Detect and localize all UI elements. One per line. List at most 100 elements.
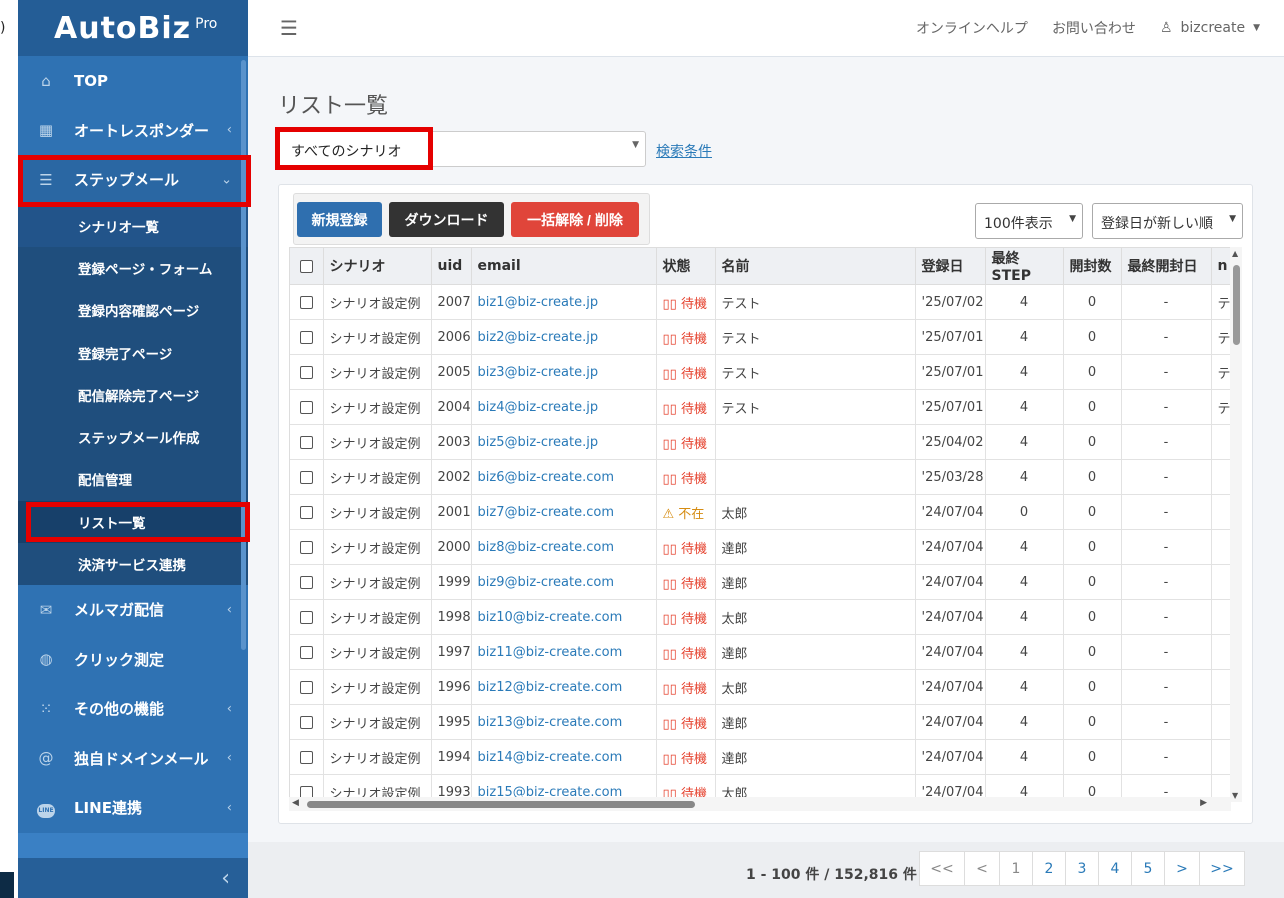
scroll-thumb[interactable] [307,801,695,808]
column-header[interactable]: 名前 [715,248,916,285]
user-menu[interactable]: ♙ bizcreate ▼ [1160,20,1260,36]
row-checkbox[interactable] [299,750,313,764]
contact-link[interactable]: お問い合わせ [1052,18,1136,38]
cell-email[interactable]: biz5@biz-create.jp [471,424,657,460]
table-horizontal-scrollbar[interactable]: ◀ ▶ [289,797,1231,811]
submenu-delivery-manage[interactable]: 配信管理 [18,458,248,500]
scroll-up-icon[interactable]: ▲ [1232,249,1238,258]
table-row[interactable]: シナリオ設定例 2006 biz2@biz-create.jp ▯▯ 待機 テスト '25… [290,319,1230,355]
sidebar-item-click[interactable]: ◍ クリック測定 [18,635,248,685]
column-header[interactable]: email [471,248,657,285]
row-checkbox[interactable] [299,330,313,344]
table-vertical-scrollbar[interactable]: ▲ ▼ [1230,247,1242,802]
cell-email[interactable]: biz12@biz-create.com [471,669,657,705]
row-checkbox[interactable] [299,470,313,484]
page-button[interactable]: 3 [1065,851,1099,886]
help-link[interactable]: オンラインヘルプ [916,18,1028,38]
cell-email[interactable]: biz7@biz-create.com [471,494,657,530]
table-row[interactable]: シナリオ設定例 2002 biz6@biz-create.com ▯▯ 待機 '25/0… [290,459,1230,495]
cell-email[interactable]: biz11@biz-create.com [471,634,657,670]
row-checkbox[interactable] [299,575,313,589]
column-header[interactable]: 最終STEP [985,248,1064,285]
table-row[interactable]: シナリオ設定例 2001 biz7@biz-create.com ⚠ 不在 太郎 '24/… [290,494,1230,530]
submenu-unsubscribe-page[interactable]: 配信解除完了ページ [18,374,248,416]
cell-email[interactable]: biz4@biz-create.jp [471,389,657,425]
row-checkbox[interactable] [299,645,313,659]
table-row[interactable]: シナリオ設定例 2003 biz5@biz-create.jp ▯▯ 待機 '25/04… [290,424,1230,460]
submenu-register-form[interactable]: 登録ページ・フォーム [18,247,248,289]
scroll-left-icon[interactable]: ◀ [292,798,299,808]
bulk-delete-button[interactable]: 一括解除 / 削除 [511,202,639,237]
column-header[interactable]: 登録日 [915,248,986,285]
sidebar-item-stepmail[interactable]: ☰ ステップメール ⌄ [18,155,248,205]
table-row[interactable]: シナリオ設定例 1998 biz10@biz-create.com ▯▯ 待機 太郎 '2… [290,599,1230,635]
table-row[interactable]: シナリオ設定例 2005 biz3@biz-create.jp ▯▯ 待機 テスト '25… [290,354,1230,390]
sidebar-item-other[interactable]: ⁙ その他の機能 ‹ [18,684,248,734]
row-checkbox[interactable] [299,540,313,554]
column-header[interactable]: 開封数 [1063,248,1122,285]
row-checkbox[interactable] [299,295,313,309]
per-page-select[interactable]: 100件表示 ▼ [975,203,1083,239]
cell-email[interactable]: biz13@biz-create.com [471,704,657,740]
sidebar-item-line[interactable]: LINE LINE連携 ‹ [18,783,248,833]
row-checkbox[interactable] [299,400,313,414]
table-row[interactable]: シナリオ設定例 1999 biz9@biz-create.com ▯▯ 待機 達郎 '24… [290,564,1230,600]
submenu-confirm-page[interactable]: 登録内容確認ページ [18,289,248,331]
column-header[interactable]: uid [431,248,472,285]
table-row[interactable]: シナリオ設定例 1997 biz11@biz-create.com ▯▯ 待機 達郎 '2… [290,634,1230,670]
row-checkbox[interactable] [299,505,313,519]
page-button[interactable]: 4 [1098,851,1132,886]
submenu-complete-page[interactable]: 登録完了ページ [18,331,248,373]
submenu-scenario-list[interactable]: シナリオ一覧 [18,204,248,247]
page-button[interactable]: 5 [1131,851,1165,886]
cell-email[interactable]: biz10@biz-create.com [471,599,657,635]
column-header[interactable]: 最終開封日 [1121,248,1212,285]
new-register-button[interactable]: 新規登録 [297,202,382,237]
cell-email[interactable]: biz2@biz-create.jp [471,319,657,355]
sidebar-scrollbar[interactable] [241,60,246,650]
page-button[interactable]: >> [1199,851,1245,886]
table-row[interactable]: シナリオ設定例 2000 biz8@biz-create.com ▯▯ 待機 達郎 '24… [290,529,1230,565]
table-row[interactable]: シナリオ設定例 2007 biz1@biz-create.jp ▯▯ 待機 テスト '25… [290,284,1230,320]
row-checkbox[interactable] [299,610,313,624]
column-header[interactable]: 状態 [656,248,716,285]
submenu-list[interactable]: リスト一覧 [18,500,248,543]
cell-email[interactable]: biz6@biz-create.com [471,459,657,495]
sidebar-item-top[interactable]: ⌂ TOP [18,56,248,106]
sidebar-item-domain-mail[interactable]: @ 独自ドメインメール ‹ [18,734,248,784]
cell-email[interactable]: biz9@biz-create.com [471,564,657,600]
column-header[interactable]: シナリオ [323,248,432,285]
scroll-thumb[interactable] [1233,265,1240,345]
page-button[interactable]: << [919,851,965,886]
column-header[interactable]: n [1211,248,1230,285]
cell-email[interactable]: biz8@biz-create.com [471,529,657,565]
search-conditions-link[interactable]: 検索条件 [656,141,712,161]
download-button[interactable]: ダウンロード [389,202,504,237]
sort-select[interactable]: 登録日が新しい順 ▼ [1092,203,1243,239]
scroll-down-icon[interactable]: ▼ [1232,791,1238,800]
row-checkbox[interactable] [299,680,313,694]
submenu-payment[interactable]: 決済サービス連携 [18,543,248,585]
page-button[interactable]: 1 [999,851,1033,886]
scenario-select[interactable]: すべてのシナリオ ▼ [278,131,646,167]
table-row[interactable]: シナリオ設定例 1995 biz13@biz-create.com ▯▯ 待機 達郎 '2… [290,704,1230,740]
table-row[interactable]: シナリオ設定例 1996 biz12@biz-create.com ▯▯ 待機 太郎 '2… [290,669,1230,705]
sidebar-item-autoresponder[interactable]: ▦ オートレスポンダー ‹ [18,106,248,156]
select-all-checkbox[interactable] [299,259,313,273]
row-checkbox[interactable] [299,365,313,379]
sidebar-collapse-button[interactable]: ‹ [18,858,248,898]
table-row[interactable]: シナリオ設定例 1994 biz14@biz-create.com ▯▯ 待機 達郎 '2… [290,739,1230,775]
page-button[interactable]: 2 [1032,851,1066,886]
page-button[interactable]: > [1164,851,1200,886]
scroll-right-icon[interactable]: ▶ [1200,798,1207,808]
hamburger-icon[interactable]: ☰ [280,16,298,40]
cell-email[interactable]: biz3@biz-create.jp [471,354,657,390]
table-row[interactable]: シナリオ設定例 2004 biz4@biz-create.jp ▯▯ 待機 テスト '25… [290,389,1230,425]
cell-email[interactable]: biz1@biz-create.jp [471,284,657,320]
page-button[interactable]: < [964,851,1000,886]
row-checkbox[interactable] [299,715,313,729]
submenu-stepmail-create[interactable]: ステップメール作成 [18,416,248,458]
cell-email[interactable]: biz14@biz-create.com [471,739,657,775]
row-checkbox[interactable] [299,435,313,449]
sidebar-item-mailmag[interactable]: ✉ メルマガ配信 ‹ [18,585,248,635]
